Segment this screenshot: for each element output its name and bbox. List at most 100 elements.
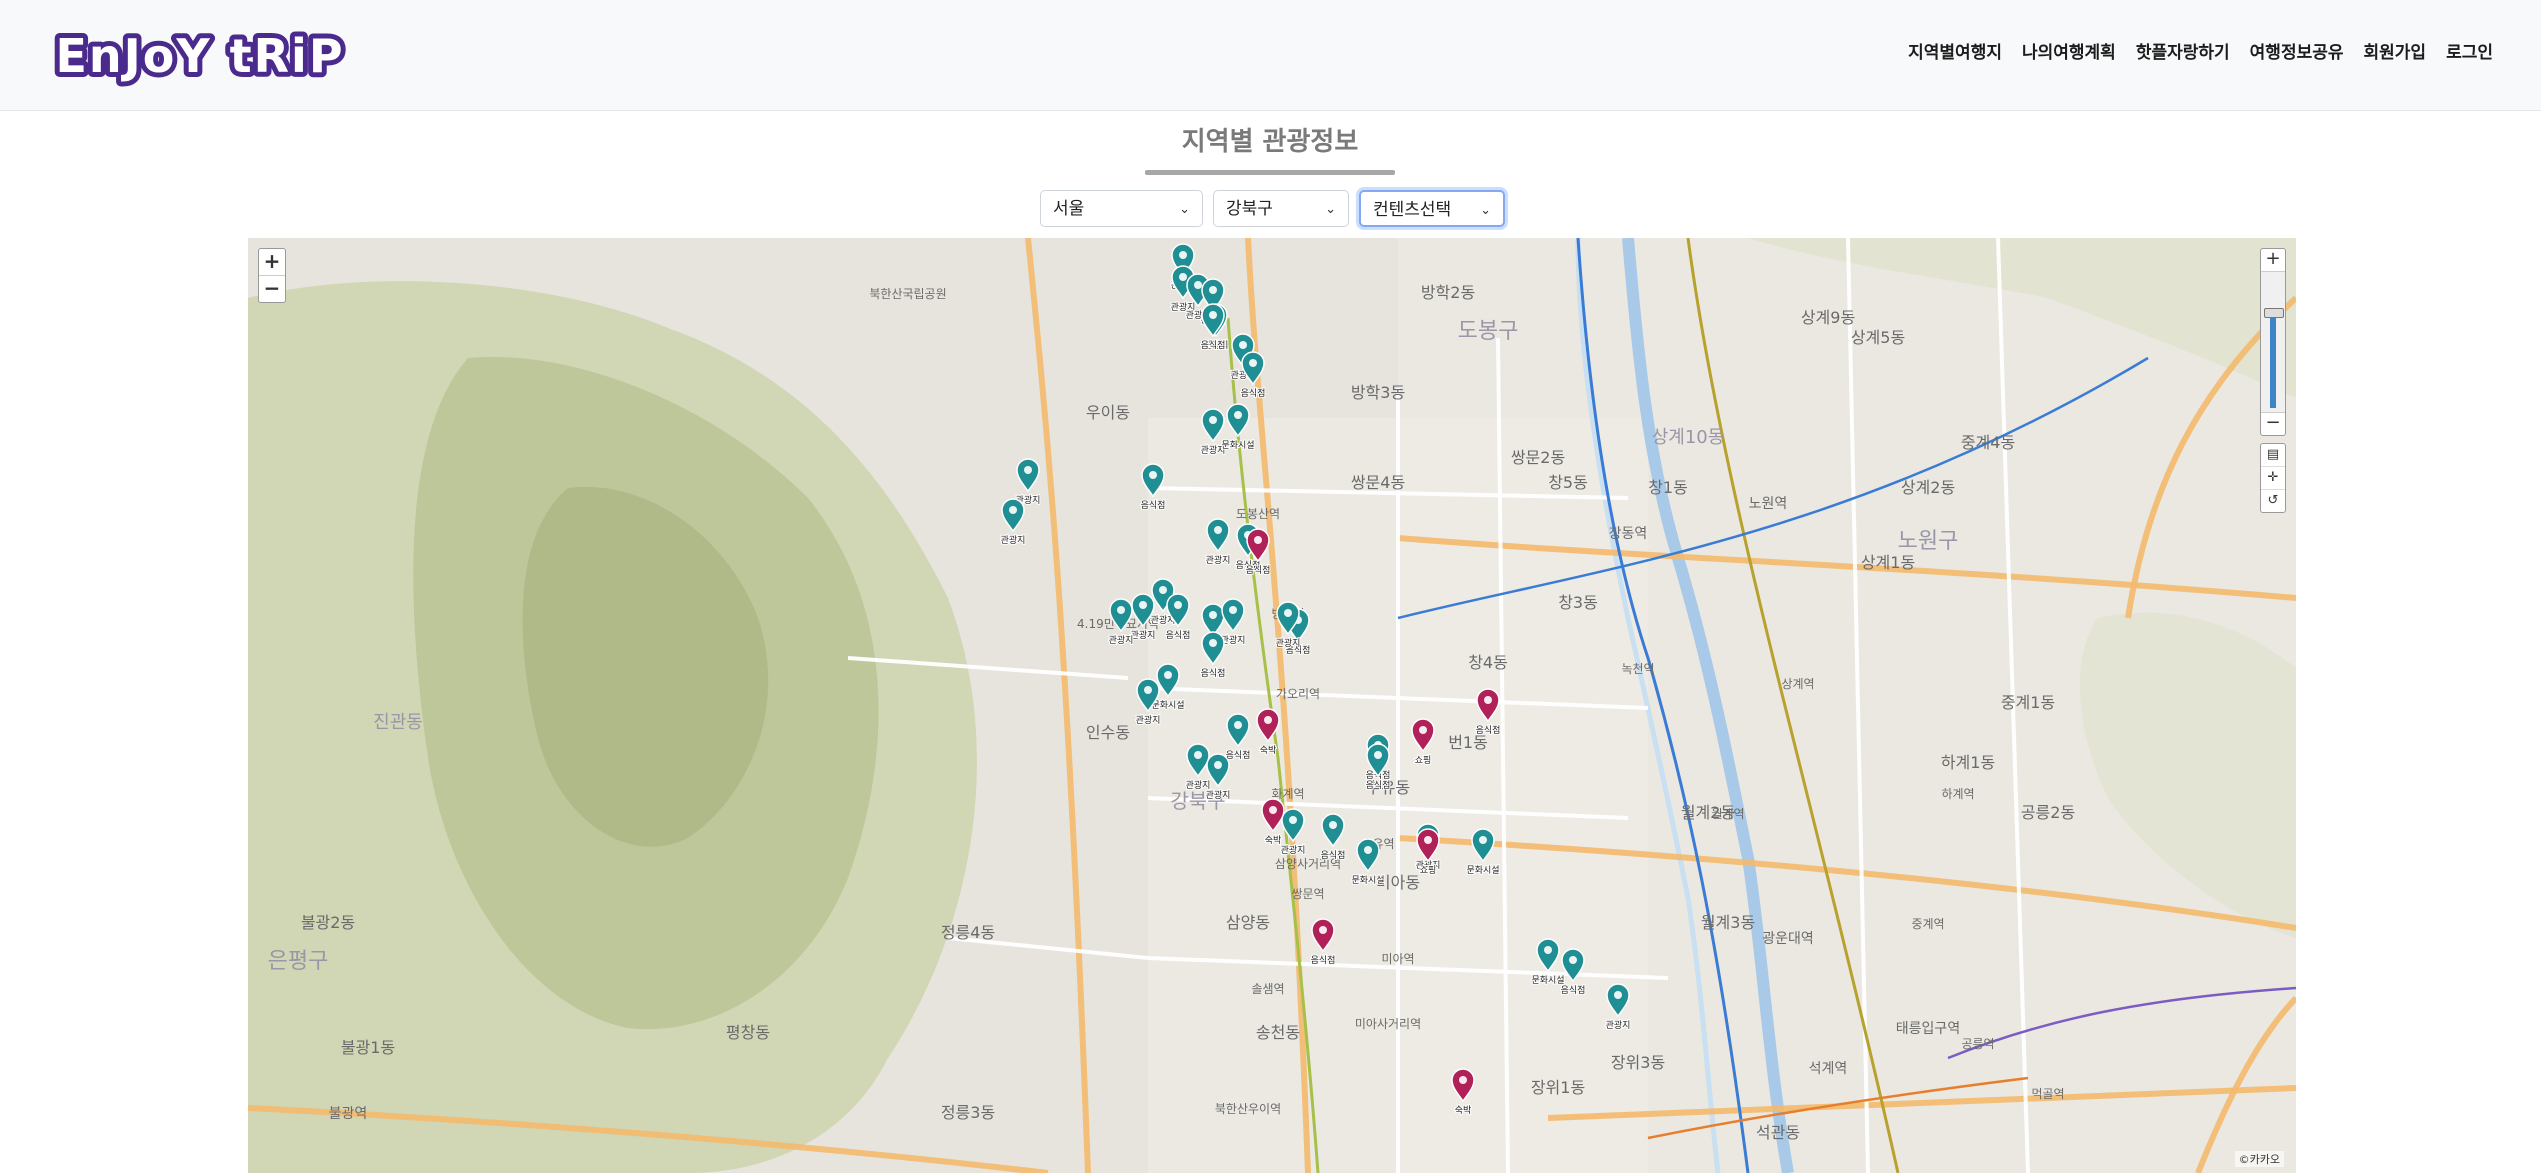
marker-label: 관광지 <box>1131 629 1156 641</box>
map-label: 도봉구 <box>1458 319 1519 344</box>
marker-dot <box>1254 536 1262 544</box>
map-label: 창3동 <box>1558 593 1598 612</box>
map-label: 솔샘역 <box>1251 982 1284 996</box>
map-label: 월계역 <box>1711 807 1744 821</box>
marker-label: 문화시설 <box>1351 875 1384 886</box>
map-copyright: ©카카오 <box>2234 1151 2284 1167</box>
map-type-icon[interactable]: ▤ <box>2261 444 2285 466</box>
map-label: 장위1동 <box>1531 1078 1585 1097</box>
marker-dot <box>1374 751 1382 759</box>
marker-label: 관광지 <box>1206 789 1231 801</box>
marker-dot <box>1139 601 1147 609</box>
marker-dot <box>1174 601 1182 609</box>
marker-dot <box>1484 696 1492 704</box>
marker-dot <box>1364 846 1372 854</box>
header: EnJoY tRiP 지역별여행지 나의여행계획 핫플자랑하기 여행정보공유 회… <box>0 0 2541 111</box>
map-label: 하계역 <box>1941 787 1974 801</box>
zoom-slider-handle[interactable] <box>2264 308 2284 318</box>
nav-my-travel-plan[interactable]: 나의여행계획 <box>2012 38 2126 68</box>
zoom-slider-fill <box>2270 312 2276 408</box>
map-label: 창1동 <box>1648 478 1688 497</box>
gugun-select[interactable]: 강북구 ⌄ <box>1213 190 1349 227</box>
kakao-map[interactable]: 북한산국립공원 도봉구 방학2동 방학3동 쌍문4동 쌍문2동 창5동 상계10동 상계9동 상계… <box>248 238 2296 1173</box>
map-label: 미아역 <box>1381 952 1414 966</box>
marker-dot <box>1614 991 1622 999</box>
map-label: 송천동 <box>1256 1023 1300 1042</box>
marker-dot <box>1329 821 1337 829</box>
marker-label: 관광지 <box>1281 844 1306 856</box>
search-filters: 서울 ⌄ 강북구 ⌄ 컨텐츠선택 ⌄ <box>1040 190 1505 227</box>
marker-label: 음식점 <box>1321 849 1346 861</box>
map-zoom-out-button[interactable]: − <box>2261 413 2285 435</box>
marker-dot <box>1179 251 1187 259</box>
marker-dot <box>1209 286 1217 294</box>
marker-dot <box>1179 273 1187 281</box>
map-label: 불광2동 <box>301 913 355 932</box>
marker-label: 숙박 <box>1455 1105 1472 1116</box>
reset-icon[interactable]: ↺ <box>2261 489 2285 512</box>
map-label: 태릉입구역 <box>1896 1021 1960 1037</box>
map-label: 노원구 <box>1898 529 1959 554</box>
marker-label: 음식점 <box>1366 779 1391 791</box>
marker-dot <box>1319 926 1327 934</box>
nav-travel-info-share[interactable]: 여행정보공유 <box>2240 38 2354 68</box>
marker-label: 쇼핑 <box>1415 755 1432 766</box>
zoom-slider[interactable] <box>2261 271 2285 413</box>
title-underline <box>1145 170 1395 175</box>
marker-label: 관광지 <box>1001 534 1026 546</box>
map-label: 광운대역 <box>1762 931 1814 947</box>
marker-dot <box>1194 751 1202 759</box>
chevron-down-icon: ⌄ <box>1480 203 1491 218</box>
map-label: 창4동 <box>1468 653 1508 672</box>
map-label: 공릉역 <box>1961 1037 1994 1051</box>
main-nav: 지역별여행지 나의여행계획 핫플자랑하기 여행정보공유 회원가입 로그인 <box>1898 38 2503 68</box>
zoom-in-button[interactable]: + <box>259 249 285 275</box>
marker-dot <box>1209 311 1217 319</box>
fullscreen-icon[interactable]: ✛ <box>2261 466 2285 489</box>
marker-label: 음식점 <box>1141 499 1166 511</box>
left-zoom-control: + − <box>258 248 286 303</box>
map-label: 인수동 <box>1086 723 1130 742</box>
marker-dot <box>1009 506 1017 514</box>
marker-dot <box>1424 836 1432 844</box>
marker-dot <box>1264 716 1272 724</box>
marker-label: 관광지 <box>1186 779 1211 791</box>
enjoy-trip-logo[interactable]: EnJoY tRiP <box>50 22 350 88</box>
map-label: 미아사거리역 <box>1355 1017 1421 1031</box>
chevron-down-icon: ⌄ <box>1325 202 1336 217</box>
marker-label: 음식점 <box>1201 339 1226 351</box>
nav-signup[interactable]: 회원가입 <box>2354 38 2437 68</box>
marker-label: 관광지 <box>1276 637 1301 649</box>
marker-label: 음식점 <box>1241 387 1266 399</box>
map-zoom-in-button[interactable]: + <box>2261 249 2285 271</box>
map-label: 중계4동 <box>1961 433 2015 452</box>
nav-login[interactable]: 로그인 <box>2436 38 2503 68</box>
map-label: 도봉산역 <box>1236 507 1280 521</box>
map-label: 상계9동 <box>1801 308 1855 327</box>
map-label: 월계3동 <box>1701 913 1755 932</box>
map-label: 중계1동 <box>2001 693 2055 712</box>
marker-label: 문화시설 <box>1221 440 1254 451</box>
marker-dot <box>1479 836 1487 844</box>
map-label: 북한산우이역 <box>1215 1102 1281 1116</box>
marker-label: 음식점 <box>1311 954 1336 966</box>
map-canvas[interactable]: 북한산국립공원도봉구 방학2동방학3동쌍문4동 쌍문2동창5동 상계10동 상계9동상계… <box>248 238 2296 1173</box>
marker-label: 음식점 <box>1201 667 1226 679</box>
map-label: 중계역 <box>1911 917 1944 931</box>
map-label: 북한산국립공원 <box>869 287 946 301</box>
map-tools: ▤ ✛ ↺ <box>2260 443 2286 513</box>
marker-dot <box>1149 471 1157 479</box>
nav-region-travel[interactable]: 지역별여행지 <box>1898 38 2012 68</box>
zoom-out-button[interactable]: − <box>259 275 285 302</box>
content-type-select[interactable]: 컨텐츠선택 ⌄ <box>1359 190 1505 227</box>
nav-hotplace-boast[interactable]: 핫플자랑하기 <box>2126 38 2240 68</box>
marker-label: 관광지 <box>1206 554 1231 566</box>
map-label: 노원역 <box>1749 496 1788 512</box>
marker-dot <box>1194 281 1202 289</box>
map-label: 녹천역 <box>1621 661 1654 676</box>
sido-select[interactable]: 서울 ⌄ <box>1040 190 1203 227</box>
sido-select-value: 서울 <box>1053 199 1085 219</box>
marker-dot <box>1214 526 1222 534</box>
map-label: 쌍문역 <box>1291 887 1324 901</box>
marker-dot <box>1419 726 1427 734</box>
